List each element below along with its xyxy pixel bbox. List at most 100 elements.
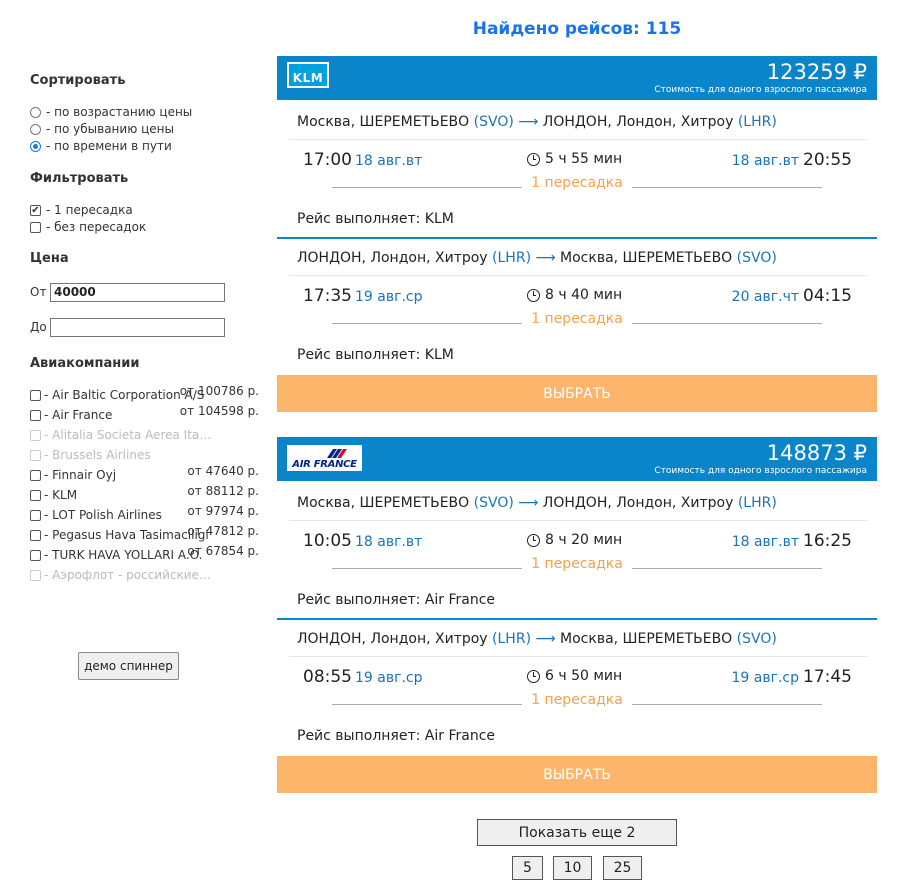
checkbox-icon bbox=[30, 430, 41, 441]
page-size-10-button[interactable]: 10 bbox=[553, 856, 592, 880]
price-note: Стоимость для одного взрослого пассажира bbox=[654, 466, 867, 476]
arrival-time: 04:15 bbox=[803, 286, 852, 306]
stops-count: 1 пересадка bbox=[531, 692, 623, 708]
divider bbox=[289, 275, 867, 276]
departure: 08:55 19 авг.ср bbox=[303, 667, 422, 687]
route-arrow-icon: ⟶ bbox=[518, 114, 539, 130]
airline-price: от 47812 р. bbox=[187, 524, 259, 538]
departure-date: 19 авг.ср bbox=[355, 670, 423, 686]
radio-icon[interactable] bbox=[30, 123, 41, 135]
demo-spinner-button[interactable]: демо спиннер bbox=[78, 652, 179, 680]
klm-logo-text: KLM bbox=[289, 64, 327, 86]
airline-filter-brussels: - Brussels Airlines bbox=[30, 446, 260, 466]
departure-time: 10:05 bbox=[303, 531, 352, 551]
duration: 5 ч 55 мин bbox=[527, 151, 622, 167]
arrival: 20 авг.чт 04:15 bbox=[732, 286, 852, 306]
origin: ЛОНДОН, Лондон, Хитроу bbox=[297, 250, 488, 266]
arrival: 18 авг.вт 16:25 bbox=[732, 531, 852, 551]
filter-one-stop[interactable]: ✔ - 1 пересадка bbox=[30, 203, 133, 217]
duration-text: 8 ч 20 мин bbox=[545, 532, 623, 548]
arrival-time: 17:45 bbox=[803, 667, 852, 687]
select-button[interactable]: ВЫБРАТЬ bbox=[277, 375, 877, 412]
airline-price: от 67854 р. bbox=[187, 544, 259, 558]
sort-option-duration[interactable]: - по времени в пути bbox=[30, 139, 172, 153]
duration-text: 8 ч 40 мин bbox=[545, 287, 623, 303]
origin: ЛОНДОН, Лондон, Хитроу bbox=[297, 631, 488, 647]
airline-filter-lot[interactable]: - LOT Polish Airlines от 97974 р. bbox=[30, 504, 260, 526]
operator: Рейс выполняет: KLM bbox=[297, 347, 454, 363]
air-france-stripes-icon bbox=[327, 449, 347, 458]
checkbox-icon[interactable] bbox=[30, 221, 41, 233]
departure-date: 19 авг.ср bbox=[355, 289, 423, 305]
air-france-logo-text: AIR FRANCE bbox=[292, 459, 357, 470]
results-count: Найдено рейсов: 115 bbox=[472, 19, 682, 39]
airline-filter-air-france[interactable]: - Air France от 104598 р. bbox=[30, 404, 260, 426]
arrival-date: 18 авг.вт bbox=[731, 153, 799, 169]
airline-filter-turkish[interactable]: - TURK HAVA YOLLARI A.O. от 67854 р. bbox=[30, 544, 260, 566]
price-to-label: До bbox=[30, 320, 47, 334]
route-arrow-icon: ⟶ bbox=[535, 250, 556, 266]
origin-code: (SVO) bbox=[473, 495, 514, 511]
card-header: KLM 123259 ₽ Стоимость для одного взросл… bbox=[277, 56, 877, 100]
airline-price: от 97974 р. bbox=[187, 504, 259, 518]
price-from-input[interactable]: 40000 bbox=[50, 283, 225, 302]
destination: Москва, ШЕРЕМЕТЬЕВО bbox=[560, 631, 733, 647]
airline-price: от 88112 р. bbox=[187, 484, 259, 498]
checkbox-icon[interactable] bbox=[30, 390, 41, 401]
departure-time: 17:35 bbox=[303, 286, 352, 306]
operator: Рейс выполняет: Air France bbox=[297, 728, 496, 744]
stops-count: 1 пересадка bbox=[531, 175, 623, 191]
checkbox-checked-icon[interactable]: ✔ bbox=[30, 204, 41, 216]
airline-price: от 104598 р. bbox=[179, 404, 259, 418]
destination-code: (SVO) bbox=[736, 631, 777, 647]
checkbox-icon[interactable] bbox=[30, 510, 41, 521]
airline-name: - Brussels Airlines bbox=[44, 448, 151, 462]
clock-icon bbox=[527, 533, 540, 547]
departure-time: 08:55 bbox=[303, 667, 352, 687]
ticket-price: 123259 ₽ bbox=[766, 60, 867, 84]
arrival-time: 16:25 bbox=[803, 531, 852, 551]
checkbox-icon[interactable] bbox=[30, 490, 41, 501]
airline-filter-finnair[interactable]: - Finnair Oyj от 47640 р. bbox=[30, 464, 260, 486]
price-from-label: От bbox=[30, 285, 47, 299]
leg-divider bbox=[277, 618, 877, 620]
sort-option-label: - по времени в пути bbox=[46, 139, 172, 153]
departure: 17:35 19 авг.ср bbox=[303, 286, 422, 306]
clock-icon bbox=[527, 669, 540, 683]
page-size-5-button[interactable]: 5 bbox=[512, 856, 543, 880]
destination: ЛОНДОН, Лондон, Хитроу bbox=[542, 114, 734, 130]
checkbox-icon bbox=[30, 450, 41, 461]
route-arrow-icon: ⟶ bbox=[518, 495, 539, 511]
destination-code: (SVO) bbox=[736, 250, 777, 266]
departure: 17:00 18 авг.вт bbox=[303, 150, 422, 170]
radio-icon[interactable] bbox=[30, 140, 41, 152]
airline-filter-air-baltic[interactable]: - Air Baltic Corporation A/S от 100786 р… bbox=[30, 384, 260, 406]
checkbox-icon[interactable] bbox=[30, 530, 41, 541]
airline-filter-pegasus[interactable]: - Pegasus Hava Tasimaciligi от 47812 р. bbox=[30, 524, 260, 546]
departure-date: 18 авг.вт bbox=[355, 534, 423, 550]
price-to-input[interactable] bbox=[50, 318, 225, 337]
checkbox-icon[interactable] bbox=[30, 550, 41, 561]
clock-icon bbox=[527, 152, 540, 166]
checkbox-icon[interactable] bbox=[30, 470, 41, 481]
duration-text: 5 ч 55 мин bbox=[545, 151, 623, 167]
ticket-price: 148873 ₽ bbox=[766, 441, 867, 465]
route-arrow-icon: ⟶ bbox=[535, 631, 556, 647]
select-button[interactable]: ВЫБРАТЬ bbox=[277, 756, 877, 793]
arrival-date: 18 авг.вт bbox=[731, 534, 799, 550]
filter-nonstop[interactable]: - без пересадок bbox=[30, 220, 146, 234]
filter-option-label: - 1 пересадка bbox=[46, 203, 133, 217]
airline-name: - Alitalia Societa Aerea Italiana bbox=[44, 428, 212, 442]
price-title: Цена bbox=[30, 251, 69, 266]
departure-time: 17:00 bbox=[303, 150, 352, 170]
route-line: Москва, ШЕРЕМЕТЬЕВО (SVO) ⟶ ЛОНДОН, Лонд… bbox=[297, 114, 777, 130]
airline-filter-klm[interactable]: - KLM от 88112 р. bbox=[30, 484, 260, 506]
show-more-button[interactable]: Показать еще 2 bbox=[477, 819, 677, 846]
page-size-25-button[interactable]: 25 bbox=[603, 856, 642, 880]
checkbox-icon[interactable] bbox=[30, 410, 41, 421]
radio-icon[interactable] bbox=[30, 106, 41, 118]
sort-option-price-asc[interactable]: - по возрастанию цены bbox=[30, 105, 192, 119]
route-line: Москва, ШЕРЕМЕТЬЕВО (SVO) ⟶ ЛОНДОН, Лонд… bbox=[297, 495, 777, 511]
sort-option-price-desc[interactable]: - по убыванию цены bbox=[30, 122, 174, 136]
route-line: ЛОНДОН, Лондон, Хитроу (LHR) ⟶ Москва, Ш… bbox=[297, 631, 777, 647]
